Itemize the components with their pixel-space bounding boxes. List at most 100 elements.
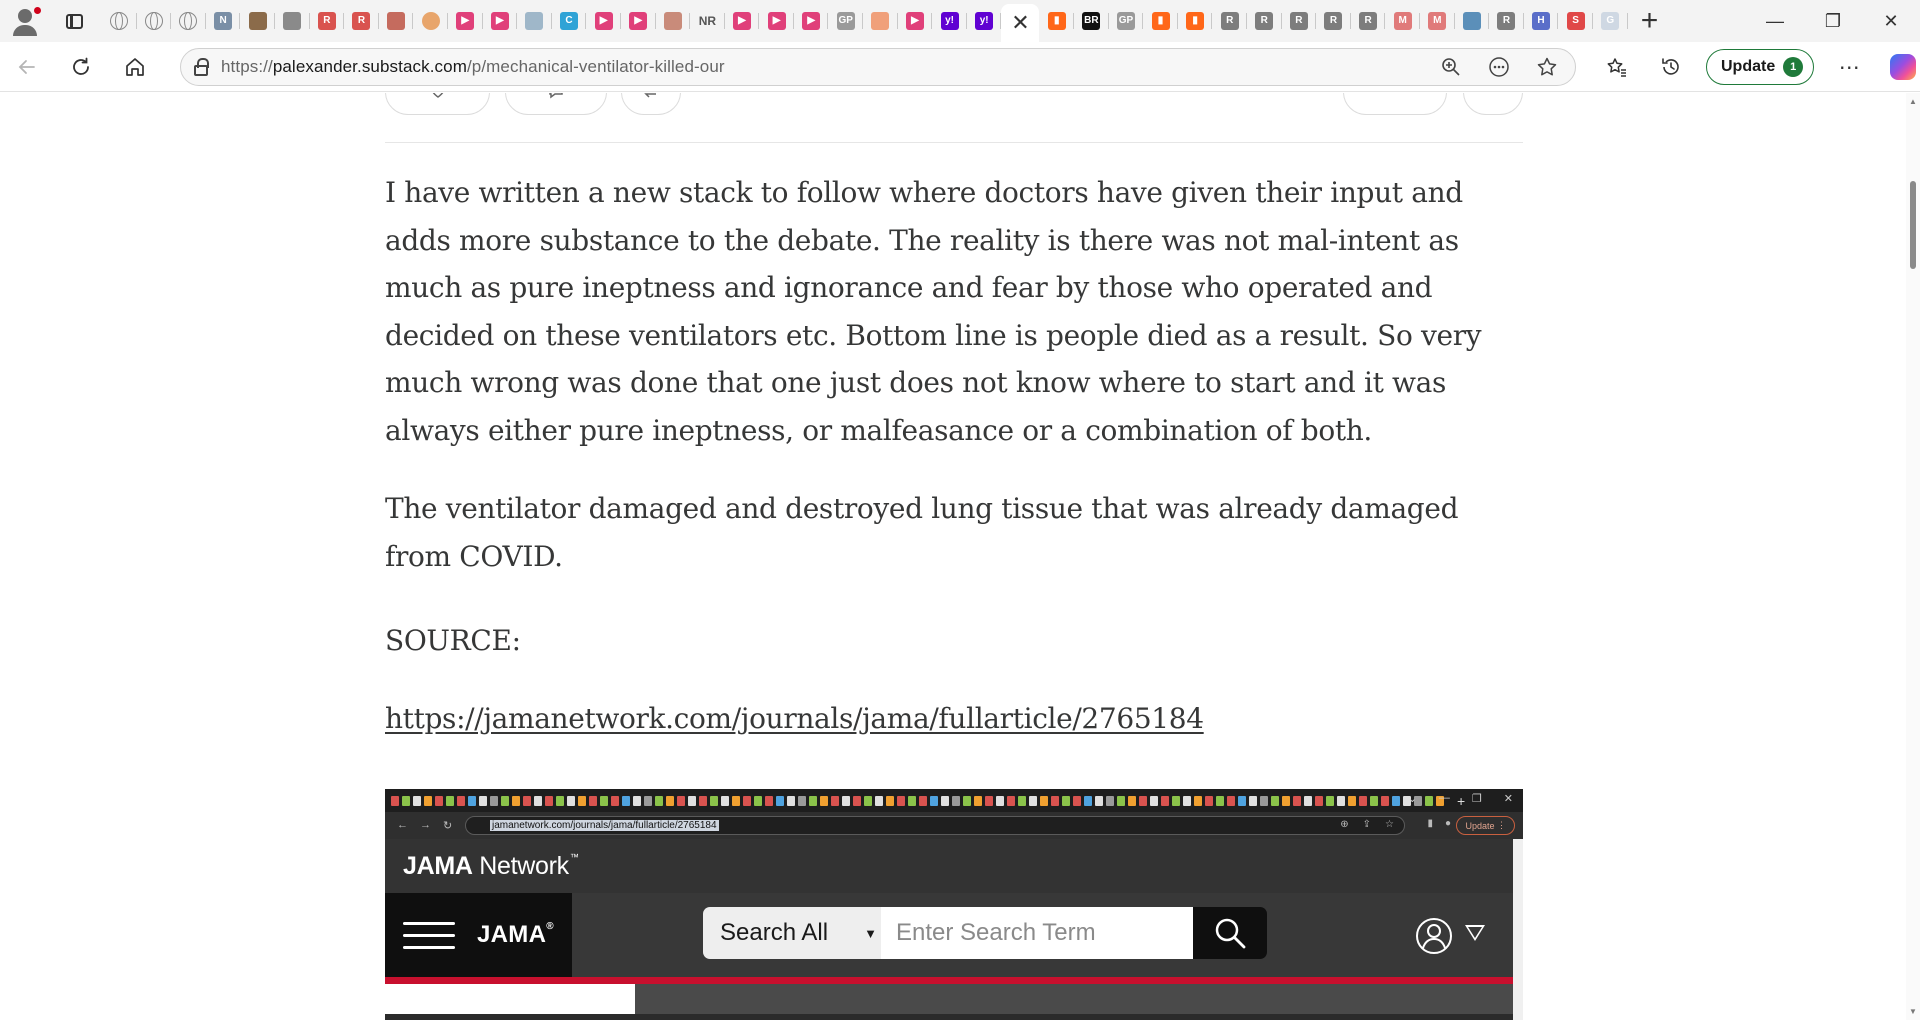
browser-tab[interactable]: R	[310, 0, 345, 42]
browser-tab[interactable]	[1455, 0, 1490, 42]
browser-tab[interactable]: R	[1247, 0, 1282, 42]
site-favicon-icon: BR	[1082, 12, 1101, 30]
tab-strip: N R R ▶ ▶ C ▶ ▶ NR ▶ ▶ ▶ GP ▶ y! y! ✕ ▮ BR GP ▮ ▮ R R R R R M M R H S G …	[0, 0, 1920, 42]
browser-tab[interactable]: GP	[1109, 0, 1144, 42]
browser-tab[interactable]: R	[344, 0, 379, 42]
browser-tab[interactable]: C	[552, 0, 587, 42]
browser-tab[interactable]: M	[1385, 0, 1420, 42]
embedded-tab-favicon-icon	[424, 795, 432, 806]
browser-tab[interactable]: R	[1351, 0, 1386, 42]
more-options-button[interactable]	[1463, 93, 1523, 115]
scroll-up-icon[interactable]: ▲	[1909, 97, 1917, 106]
embedded-tab-favicon-icon	[743, 795, 751, 806]
browser-tab[interactable]: S	[1558, 0, 1593, 42]
minimize-icon[interactable]: —	[1746, 0, 1804, 42]
page-content: I have written a new stack to follow whe…	[0, 93, 1920, 1020]
more-icon[interactable]	[1481, 49, 1517, 85]
browser-tab[interactable]	[171, 0, 206, 42]
article-paragraph: The ventilator damaged and destroyed lun…	[385, 492, 1459, 573]
browser-tab[interactable]	[413, 0, 448, 42]
browser-tab[interactable]: R	[1316, 0, 1351, 42]
scroll-down-icon[interactable]: ▼	[1909, 1007, 1917, 1016]
browser-tab[interactable]	[379, 0, 414, 42]
embedded-tab-favicon-icon	[1381, 795, 1389, 806]
favorite-star-icon[interactable]	[1529, 49, 1565, 85]
embedded-tab-favicon-icon	[875, 795, 883, 806]
copilot-icon[interactable]	[1876, 42, 1920, 92]
browser-tab[interactable]	[240, 0, 275, 42]
embedded-tab-favicon-icon	[435, 795, 443, 806]
embedded-tab-favicon-icon	[688, 795, 696, 806]
close-tab-icon[interactable]: ✕	[1011, 10, 1029, 36]
embedded-tab-favicon-icon	[391, 795, 399, 806]
lock-icon[interactable]	[181, 57, 221, 76]
browser-tab[interactable]: H	[1524, 0, 1559, 42]
embedded-address-bar: jamanetwork.com/journals/jama/fullarticl…	[465, 816, 1405, 835]
browser-tab[interactable]: y!	[967, 0, 1002, 42]
scrollbar-thumb[interactable]	[1910, 181, 1916, 269]
browser-tab[interactable]: N	[206, 0, 241, 42]
ellipsis-icon[interactable]: ⋯	[1822, 42, 1876, 92]
address-bar[interactable]: https://palexander.substack.com/p/mechan…	[180, 48, 1576, 86]
browser-tab[interactable]: ▮	[1039, 0, 1074, 42]
page-scrollbar[interactable]: ▲ ▼	[1906, 93, 1920, 1020]
like-button[interactable]	[385, 93, 490, 115]
browser-tab[interactable]: M	[1420, 0, 1455, 42]
browser-tab[interactable]: ▮	[1178, 0, 1213, 42]
active-tab[interactable]: ✕	[1001, 4, 1040, 42]
browser-tab[interactable]	[137, 0, 172, 42]
browser-tab[interactable]	[656, 0, 691, 42]
embedded-screenshot-image[interactable]: + ⌄ — ❐ ✕ ← → ↻ jamanetwork.com/journals/jama…	[385, 789, 1523, 1020]
jama-network-logo: JAMA Network™	[403, 851, 579, 880]
browser-tab[interactable]	[863, 0, 898, 42]
embedded-tab-favicon-icon	[1216, 795, 1224, 806]
comment-button[interactable]	[505, 93, 607, 115]
source-link[interactable]: https://jamanetwork.com/journals/jama/fu…	[385, 702, 1204, 735]
site-favicon-icon	[871, 12, 890, 30]
zoom-icon[interactable]	[1433, 49, 1469, 85]
embedded-tab-strip: +	[385, 789, 1523, 812]
browser-tab[interactable]: GP	[828, 0, 863, 42]
restore-icon[interactable]: ❐	[1804, 0, 1862, 42]
browser-tab[interactable]: ▮	[1143, 0, 1178, 42]
browser-tab[interactable]: ▶	[794, 0, 829, 42]
favorites-icon[interactable]	[1590, 42, 1644, 92]
embedded-tab-favicon-icon	[1051, 795, 1059, 806]
browser-tab[interactable]: NR	[690, 0, 725, 42]
embedded-tab-favicon-icon	[1018, 795, 1026, 806]
embedded-tab-favicon-icon	[908, 795, 916, 806]
browser-tab[interactable]: R	[1212, 0, 1247, 42]
profile-icon[interactable]	[0, 0, 46, 42]
browser-tab[interactable]: ▶	[448, 0, 483, 42]
home-icon[interactable]	[108, 42, 162, 92]
browser-tab[interactable]	[102, 0, 137, 42]
browser-tab[interactable]: ▶	[898, 0, 933, 42]
browser-tab[interactable]: ▶	[759, 0, 794, 42]
embedded-tab-favicon-icon	[831, 795, 839, 806]
refresh-icon[interactable]	[54, 42, 108, 92]
embedded-nav-icons: ← → ↻	[397, 819, 453, 832]
back-arrow-icon[interactable]	[0, 42, 54, 92]
browser-tab[interactable]: y!	[932, 0, 967, 42]
tab-actions-icon[interactable]	[46, 0, 102, 42]
browser-tab[interactable]: G	[1593, 0, 1628, 42]
embedded-tab-favicon-icon	[974, 795, 982, 806]
browser-tab[interactable]	[275, 0, 310, 42]
browser-tab[interactable]: R	[1489, 0, 1524, 42]
restack-button[interactable]	[621, 93, 681, 115]
embedded-tab-favicon-icon	[512, 795, 520, 806]
browser-tab[interactable]: ▶	[483, 0, 518, 42]
history-icon[interactable]	[1644, 42, 1698, 92]
browser-tab[interactable]: ▶	[621, 0, 656, 42]
close-window-icon[interactable]: ✕	[1862, 0, 1920, 42]
url-text[interactable]: https://palexander.substack.com/p/mechan…	[221, 57, 725, 77]
site-favicon-icon: R	[1220, 12, 1239, 30]
share-button[interactable]	[1343, 93, 1447, 115]
new-tab-button[interactable]: +	[1628, 0, 1672, 42]
update-button[interactable]: Update 1	[1706, 49, 1815, 85]
browser-tab[interactable]: BR	[1074, 0, 1109, 42]
browser-tab[interactable]: ▶	[586, 0, 621, 42]
browser-tab[interactable]	[517, 0, 552, 42]
browser-tab[interactable]: R	[1282, 0, 1317, 42]
browser-tab[interactable]: ▶	[725, 0, 760, 42]
